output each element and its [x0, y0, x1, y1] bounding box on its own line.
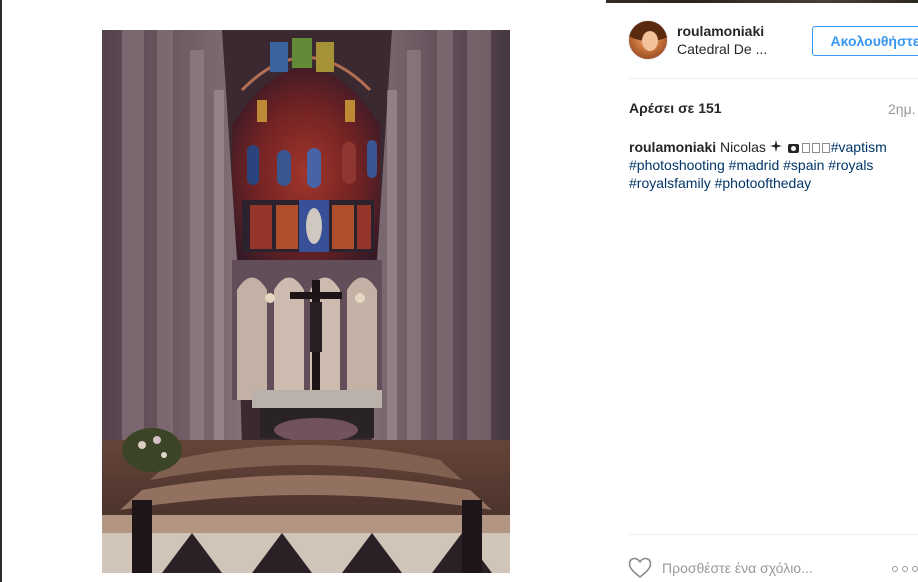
hashtag-link[interactable]: #royals — [828, 157, 873, 173]
avatar[interactable] — [628, 20, 668, 60]
caption: roulamoniaki Nicolas #vaptism #photoshoo… — [629, 138, 909, 192]
header-divider — [628, 78, 918, 79]
hashtag-link[interactable]: #vaptism — [831, 139, 887, 155]
missing-glyph-box — [811, 143, 820, 153]
post-time[interactable]: 2ημ. — [888, 101, 916, 117]
avatar-face — [642, 31, 658, 51]
more-dot — [892, 566, 898, 572]
missing-glyph-box — [821, 143, 830, 153]
camera-icon — [787, 144, 799, 153]
more-dot — [902, 566, 908, 572]
likes-count[interactable]: Αρέσει σε 151 — [629, 100, 722, 116]
hashtag-link[interactable]: #madrid — [729, 157, 780, 173]
location-link[interactable]: Catedral De ... — [677, 41, 767, 57]
hashtag-link[interactable]: #photooftheday — [715, 175, 812, 191]
username-link[interactable]: roulamoniaki — [677, 23, 764, 39]
post-sidebar: roulamoniaki Catedral De ... Ακολουθήστε… — [606, 0, 918, 582]
photo-panel — [2, 0, 606, 582]
hashtag-link[interactable]: #photoshooting — [629, 157, 725, 173]
more-options-icon[interactable] — [892, 566, 918, 572]
cathedral-interior-image — [102, 30, 510, 573]
sparkle-icon — [769, 139, 786, 155]
follow-button[interactable]: Ακολουθήστε — [812, 26, 918, 56]
post-header: roulamoniaki Catedral De ... Ακολουθήστε — [628, 20, 918, 62]
comment-input[interactable] — [662, 558, 862, 578]
post-photo[interactable] — [102, 30, 510, 573]
more-dot — [912, 566, 918, 572]
comment-divider — [628, 534, 918, 535]
caption-text: Nicolas — [720, 139, 766, 155]
hashtag-link[interactable]: #spain — [783, 157, 824, 173]
missing-glyph-box — [801, 143, 810, 153]
heart-icon[interactable] — [628, 557, 652, 579]
hashtag-link[interactable]: #royalsfamily — [629, 175, 711, 191]
caption-username[interactable]: roulamoniaki — [629, 139, 716, 155]
